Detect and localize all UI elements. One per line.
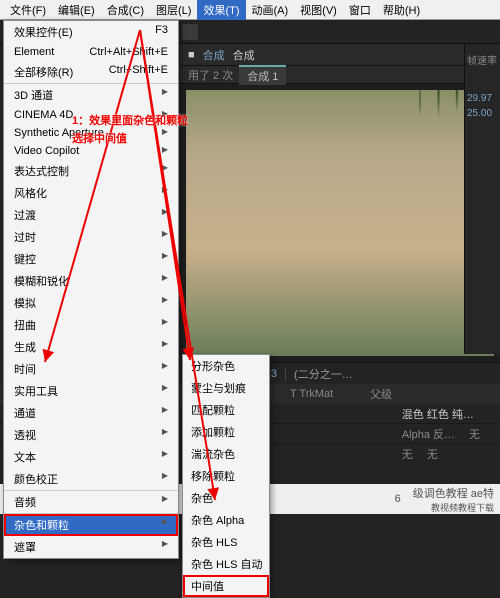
comp-panel-tabs: ■ 合成 合成 xyxy=(180,44,500,66)
col-trkmat[interactable]: T TrkMat xyxy=(290,388,333,400)
menu-help[interactable]: 帮助(H) xyxy=(377,0,426,20)
framerate-label: 帧速率 xyxy=(467,52,500,67)
menu-element[interactable]: ElementCtrl+Alt+Shift+E xyxy=(4,43,178,61)
info-panel: 帧速率 29.97 25.00 xyxy=(464,44,500,354)
composition-preview[interactable] xyxy=(186,90,494,356)
submenu-match-grain[interactable]: 匹配颗粒 xyxy=(183,399,269,421)
composition-panel: ■ 合成 合成 用了 2 次 合成 1 50% 0;00;04;23 (二分之一… xyxy=(180,44,500,384)
noise-grain-submenu: 分形杂色 蒙尘与划痕 匹配颗粒 添加颗粒 湍流杂色 移除颗粒 杂色 杂色 Alp… xyxy=(182,354,270,598)
menu-perspective[interactable]: 透视 xyxy=(4,424,178,446)
caption-text: 级调色教程 ae特 xyxy=(413,485,494,501)
submenu-fractal-noise[interactable]: 分形杂色 xyxy=(183,355,269,377)
menu-window[interactable]: 窗口 xyxy=(343,0,377,20)
comp-used-text: 用了 2 次 xyxy=(188,67,233,83)
menu-edit[interactable]: 编辑(E) xyxy=(52,0,101,20)
parent-1[interactable]: 无 xyxy=(469,426,480,442)
menu-animation[interactable]: 动画(A) xyxy=(246,0,295,20)
submenu-noise-hls[interactable]: 杂色 HLS xyxy=(183,531,269,553)
caption-sub: 教视频教程下载 xyxy=(431,501,494,514)
menu-view[interactable]: 视图(V) xyxy=(294,0,343,20)
comp-panel-title[interactable]: 合成 xyxy=(203,47,225,63)
submenu-dust-scratches[interactable]: 蒙尘与划痕 xyxy=(183,377,269,399)
tool-text[interactable] xyxy=(182,24,198,40)
menu-text[interactable]: 文本 xyxy=(4,446,178,468)
menu-remove-all[interactable]: 全部移除(R)Ctrl+Shift+E xyxy=(4,61,178,84)
timeline-right-columns: 混色 红色 纯… Alpha 反… 无 无 无 xyxy=(402,404,480,464)
submenu-noise-hls-auto[interactable]: 杂色 HLS 自动 xyxy=(183,553,269,575)
menu-audio[interactable]: 音频 xyxy=(4,491,178,514)
trkmat-1[interactable]: Alpha 反… xyxy=(402,426,455,442)
menu-3d-channel[interactable]: 3D 通道 xyxy=(4,84,178,106)
comp-panel-icon: ■ xyxy=(188,49,195,61)
menu-effect[interactable]: 效果(T) xyxy=(197,0,245,20)
menu-effect-controls[interactable]: 效果控件(E)F3 xyxy=(4,21,178,43)
menu-color-correction[interactable]: 颜色校正 xyxy=(4,468,178,491)
col-parent[interactable]: 父级 xyxy=(370,386,392,402)
menu-obsolete[interactable]: 过时 xyxy=(4,226,178,248)
menu-utility[interactable]: 实用工具 xyxy=(4,380,178,402)
page-number: 6 xyxy=(395,493,401,505)
submenu-median[interactable]: 中间值 xyxy=(183,575,269,597)
submenu-add-grain[interactable]: 添加颗粒 xyxy=(183,421,269,443)
trkmat-2[interactable]: 无 xyxy=(402,446,413,462)
effect-menu-dropdown: 效果控件(E)F3 ElementCtrl+Alt+Shift+E 全部移除(R… xyxy=(3,20,179,559)
menubar: 文件(F) 编辑(E) 合成(C) 图层(L) 效果(T) 动画(A) 视图(V… xyxy=(0,0,500,20)
resolution-dropdown[interactable]: (二分之一… xyxy=(294,366,353,382)
submenu-noise[interactable]: 杂色 xyxy=(183,487,269,509)
submenu-turbulent-noise[interactable]: 湍流杂色 xyxy=(183,443,269,465)
comp-name-label: 合成 xyxy=(233,47,255,63)
menu-stylize[interactable]: 风格化 xyxy=(4,182,178,204)
submenu-noise-alpha[interactable]: 杂色 Alpha xyxy=(183,509,269,531)
menu-distort[interactable]: 扭曲 xyxy=(4,314,178,336)
menu-generate[interactable]: 生成 xyxy=(4,336,178,358)
submenu-remove-grain[interactable]: 移除颗粒 xyxy=(183,465,269,487)
menu-expression-controls[interactable]: 表达式控制 xyxy=(4,160,178,182)
blend-mode-1[interactable]: 混色 红色 纯… xyxy=(402,406,474,422)
menu-time[interactable]: 时间 xyxy=(4,358,178,380)
menu-composition[interactable]: 合成(C) xyxy=(101,0,150,20)
menu-channel[interactable]: 通道 xyxy=(4,402,178,424)
menu-simulate[interactable]: 模拟 xyxy=(4,292,178,314)
parent-2[interactable]: 无 xyxy=(427,446,438,462)
menu-transition[interactable]: 过渡 xyxy=(4,204,178,226)
menu-noise-grain[interactable]: 杂色和颗粒 xyxy=(4,514,178,536)
menu-layer[interactable]: 图层(L) xyxy=(150,0,197,20)
comp-sub-header: 用了 2 次 合成 1 xyxy=(180,66,500,84)
framerate-value-1: 29.97 xyxy=(467,93,498,104)
menu-blur-sharpen[interactable]: 模糊和锐化 xyxy=(4,270,178,292)
menu-matte[interactable]: 遮罩 xyxy=(4,536,178,558)
annotation-text: 1：效果里面杂色和颗粒 选择中间值 xyxy=(72,112,188,148)
menu-file[interactable]: 文件(F) xyxy=(4,0,52,20)
comp-tab-1[interactable]: 合成 1 xyxy=(239,65,286,85)
menu-keying[interactable]: 键控 xyxy=(4,248,178,270)
framerate-value-2: 25.00 xyxy=(467,108,498,119)
